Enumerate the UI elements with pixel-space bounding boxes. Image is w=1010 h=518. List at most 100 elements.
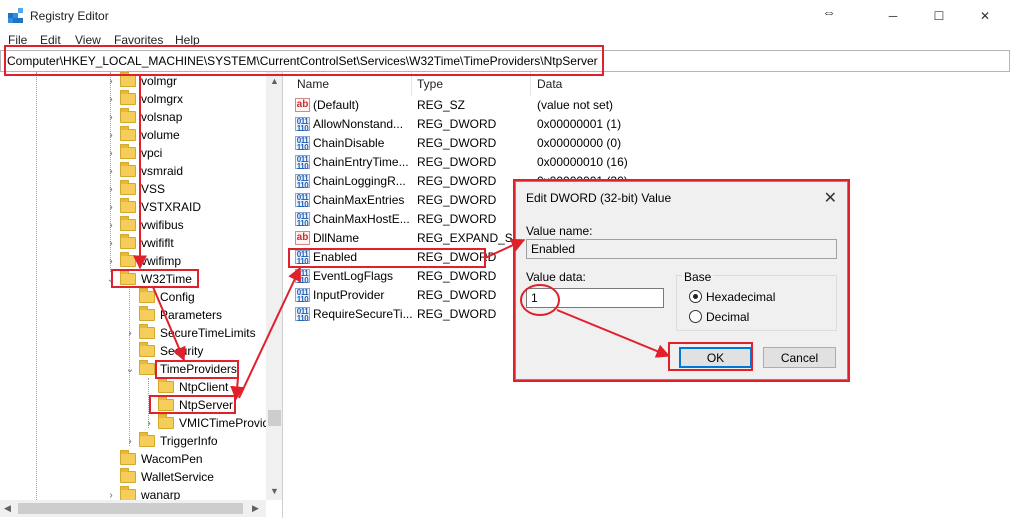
value-name: ChainMaxHostE... xyxy=(313,212,410,226)
column-data[interactable]: Data xyxy=(537,77,562,91)
expander-icon[interactable]: › xyxy=(105,166,117,177)
window-title: Registry Editor xyxy=(30,9,109,23)
tree-vertical-scrollbar[interactable]: ▲ ▼ xyxy=(266,72,282,500)
tree-item-label: W32Time xyxy=(141,272,192,286)
tree-item-walletservice[interactable]: WalletService xyxy=(105,468,214,486)
folder-icon xyxy=(120,126,136,141)
tree-item-timeproviders[interactable]: ⌄ TimeProviders xyxy=(124,360,237,378)
expander-icon[interactable]: › xyxy=(105,220,117,231)
menu-edit[interactable]: Edit xyxy=(40,33,61,47)
tree-item-vwifibus[interactable]: › vwifibus xyxy=(105,216,184,234)
expander-icon[interactable]: › xyxy=(105,94,117,105)
tree-item-volsnap[interactable]: › volsnap xyxy=(105,108,182,126)
tree-item-config[interactable]: Config xyxy=(124,288,195,306)
close-button[interactable]: ✕ xyxy=(962,0,1008,32)
scroll-right-icon[interactable]: ▶ xyxy=(252,503,259,514)
expander-icon[interactable]: › xyxy=(105,130,117,141)
tree-item-vwifimp[interactable]: › vwifimp xyxy=(105,252,181,270)
column-name[interactable]: Name xyxy=(297,77,329,91)
tree-item-vstxraid[interactable]: › VSTXRAID xyxy=(105,198,201,216)
tree-item-ntpserver[interactable]: NtpServer xyxy=(143,396,233,414)
maximize-button[interactable]: ☐ xyxy=(916,0,962,32)
binary-value-icon: 011 110 xyxy=(295,250,310,266)
minimize-button[interactable]: ─ xyxy=(870,0,916,32)
column-type[interactable]: Type xyxy=(417,77,443,91)
cancel-button[interactable]: Cancel xyxy=(763,347,836,368)
tree-item-volmgrx[interactable]: › volmgrx xyxy=(105,90,183,108)
value-data-input[interactable]: 1 xyxy=(526,288,664,308)
registry-value-row[interactable]: 011 110 AllowNonstand... REG_DWORD 0x0000000… xyxy=(287,115,987,134)
menu-view[interactable]: View xyxy=(75,33,101,47)
tree-item-vpci[interactable]: › vpci xyxy=(105,144,162,162)
decimal-radio[interactable] xyxy=(689,310,702,323)
tree-item-label: vsmraid xyxy=(141,164,184,178)
tree-item-ntpclient[interactable]: NtpClient xyxy=(143,378,228,396)
expander-icon[interactable]: › xyxy=(105,148,117,159)
ok-button[interactable]: OK xyxy=(679,347,752,368)
tree-vertical-thumb[interactable] xyxy=(268,410,281,426)
binary-value-icon: 011 110 xyxy=(295,212,310,228)
string-value-icon: ab xyxy=(295,231,310,245)
value-name: ChainEntryTime... xyxy=(313,155,409,169)
registry-value-row[interactable]: ab (Default) REG_SZ (value not set) xyxy=(287,96,987,115)
scroll-left-icon[interactable]: ◀ xyxy=(4,503,11,514)
registry-value-row[interactable]: 011 110 ChainDisable REG_DWORD 0x00000000 (0… xyxy=(287,134,987,153)
expander-icon[interactable]: › xyxy=(124,436,136,447)
registry-icon xyxy=(8,8,23,23)
menu-file[interactable]: File xyxy=(8,33,27,47)
tree-item-wacompen[interactable]: WacomPen xyxy=(105,450,203,468)
expander-icon[interactable]: › xyxy=(124,328,136,339)
tree-item-vss[interactable]: › VSS xyxy=(105,180,165,198)
tree-item-label: TimeProviders xyxy=(160,362,237,376)
menu-favorites[interactable]: Favorites xyxy=(114,33,163,47)
value-name: ChainDisable xyxy=(313,136,385,150)
scroll-down-icon[interactable]: ▼ xyxy=(270,486,279,496)
expander-icon[interactable]: › xyxy=(105,76,117,87)
expander-icon[interactable]: › xyxy=(105,238,117,249)
folder-icon xyxy=(120,468,136,483)
dialog-close-icon[interactable]: ✕ xyxy=(824,188,837,208)
address-bar[interactable]: Computer\HKEY_LOCAL_MACHINE\SYSTEM\Curre… xyxy=(0,50,1010,72)
expander-icon[interactable]: ⌄ xyxy=(124,364,136,375)
tree-item-vsmraid[interactable]: › vsmraid xyxy=(105,162,183,180)
hexadecimal-label[interactable]: Hexadecimal xyxy=(706,290,775,304)
registry-value-row[interactable]: 011 110 ChainEntryTime... REG_DWORD 0x000000… xyxy=(287,153,987,172)
tree-item-vmictimeprovider[interactable]: › VMICTimeProvider xyxy=(143,414,280,432)
tree-horizontal-thumb[interactable] xyxy=(18,503,243,514)
expander-icon[interactable]: › xyxy=(143,418,155,429)
tree-item-parameters[interactable]: Parameters xyxy=(124,306,222,324)
folder-icon xyxy=(158,414,174,429)
tree-item-volume[interactable]: › volume xyxy=(105,126,180,144)
expander-icon[interactable]: › xyxy=(105,490,117,501)
value-data: 0x00000000 (0) xyxy=(537,136,622,150)
expander-icon[interactable]: › xyxy=(105,256,117,267)
menu-help[interactable]: Help xyxy=(175,33,200,47)
decimal-label[interactable]: Decimal xyxy=(706,310,749,324)
expander-icon[interactable]: › xyxy=(105,184,117,195)
tree-item-vwififlt[interactable]: › vwififlt xyxy=(105,234,174,252)
edit-dword-dialog: Edit DWORD (32-bit) Value ✕ Value name: … xyxy=(515,181,848,380)
tree-item-label: vwififlt xyxy=(141,236,174,250)
scroll-up-icon[interactable]: ▲ xyxy=(270,76,279,86)
folder-icon xyxy=(139,306,155,321)
hexadecimal-radio[interactable] xyxy=(689,290,702,303)
expander-icon[interactable]: › xyxy=(105,112,117,123)
folder-icon xyxy=(120,450,136,465)
expander-icon[interactable]: › xyxy=(105,202,117,213)
tree-item-securetimelimits[interactable]: › SecureTimeLimits xyxy=(124,324,256,342)
folder-icon xyxy=(139,324,155,339)
tree-item-volmgr[interactable]: › volmgr xyxy=(105,72,177,90)
value-type: REG_DWORD xyxy=(417,307,497,321)
tree-item-label: volume xyxy=(141,128,180,142)
tree-item-label: Parameters xyxy=(160,308,223,322)
folder-icon xyxy=(120,180,136,195)
value-name: ChainLoggingR... xyxy=(313,174,406,188)
tree-item-security[interactable]: Security xyxy=(124,342,203,360)
expander-icon[interactable]: ⌄ xyxy=(105,274,117,285)
value-data: (value not set) xyxy=(537,98,614,112)
tree-item-triggerinfo[interactable]: › TriggerInfo xyxy=(124,432,218,450)
tree-horizontal-scrollbar[interactable]: ◀ ▶ xyxy=(0,500,266,517)
tree-item-w32time[interactable]: ⌄ W32Time xyxy=(105,270,192,288)
value-name: Enabled xyxy=(313,250,358,264)
tree-item-label: NtpClient xyxy=(179,380,229,394)
